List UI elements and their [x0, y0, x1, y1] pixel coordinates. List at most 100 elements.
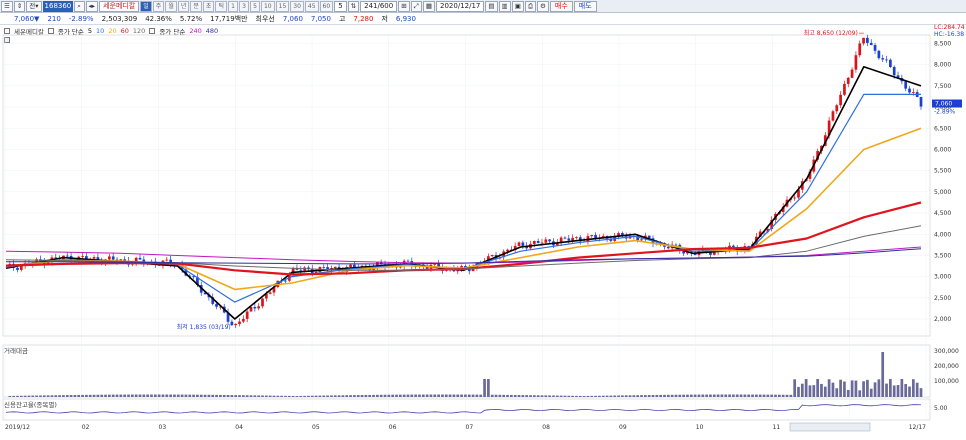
volume-bar: [77, 394, 81, 397]
volume-bar: [261, 395, 264, 397]
volume-bar: [724, 394, 728, 397]
candle-body: [517, 242, 521, 246]
volume-bar: [108, 394, 111, 397]
volume-bar: [774, 394, 777, 397]
volume-bar: [349, 395, 352, 397]
volume-bar: [406, 394, 410, 397]
volume-bar: [632, 395, 636, 397]
volume-bar: [215, 394, 218, 397]
volume-bar: [689, 394, 693, 397]
volume-bar: [521, 395, 525, 397]
x-tick-label: 03: [159, 424, 167, 431]
volume-bar: [245, 395, 249, 397]
candle-body: [877, 50, 881, 59]
volume-bar: [376, 394, 379, 397]
candle-body: [846, 77, 850, 84]
volume-bar: [429, 394, 433, 397]
volume-bar: [222, 394, 226, 397]
volume-bar: [27, 395, 31, 397]
volume-bar: [494, 394, 498, 397]
volume-bar: [739, 394, 743, 397]
candle-body: [108, 256, 111, 260]
volume-bar: [345, 395, 349, 397]
y-tick-label: 5,500: [934, 168, 951, 175]
volume-bar: [402, 394, 406, 397]
volume-bar: [39, 395, 42, 397]
volume-bar: [793, 379, 797, 397]
volume-bar: [153, 394, 157, 397]
volume-bar: [582, 395, 586, 397]
volume-bar: [816, 379, 819, 397]
volume-bar: [418, 394, 421, 397]
y-tick-label: 2,500: [934, 295, 951, 302]
volume-bar: [391, 394, 395, 397]
volume-bar: [433, 394, 437, 397]
candle-body: [490, 254, 494, 257]
volume-bar: [908, 386, 911, 397]
volume-bar: [751, 394, 754, 397]
volume-bar: [73, 394, 77, 397]
volume-bar: [624, 395, 628, 397]
volume-bar: [682, 394, 685, 397]
x-tick-label: 11: [773, 424, 781, 431]
volume-bar: [544, 395, 548, 397]
candle-body: [261, 298, 264, 307]
volume-bar: [276, 395, 280, 397]
volume-bar: [42, 395, 46, 397]
volume-bar: [169, 394, 172, 397]
credit-panel-label: 신용잔고율(종목별): [4, 401, 57, 409]
volume-bar: [268, 395, 272, 397]
volume-bar: [578, 395, 582, 397]
volume-bar: [452, 394, 456, 397]
volume-bar: [517, 395, 521, 397]
volume-bar: [161, 394, 165, 397]
volume-bar: [410, 394, 414, 397]
volume-bar: [188, 394, 192, 397]
candle-body: [532, 240, 536, 244]
high-annotation: 최고 8,650 (12/09): [804, 29, 858, 37]
volume-bar: [536, 395, 540, 397]
volume-bar: [249, 395, 253, 397]
candle-body: [908, 88, 911, 93]
price-chart[interactable]: 8,5008,0007,5007,0006,5006,0005,5005,000…: [0, 0, 966, 440]
volume-bar: [379, 394, 383, 397]
candle-body: [881, 58, 885, 60]
volume-bar: [755, 394, 758, 397]
volume-bar: [663, 394, 666, 397]
volume-bar: [532, 395, 536, 397]
volume-bar: [839, 379, 842, 397]
volume-bar: [157, 394, 161, 397]
y-tick-label: 8,000: [934, 62, 951, 69]
candle-body: [831, 111, 835, 121]
volume-bar: [770, 394, 774, 397]
y-tick-label: 2,000: [934, 316, 951, 323]
volume-bar: [123, 394, 127, 397]
candle-body: [571, 237, 574, 241]
volume-bar: [12, 395, 16, 397]
volume-bar: [812, 385, 816, 397]
volume-bar: [372, 394, 375, 397]
credit-line: [5, 404, 922, 414]
candle-body: [567, 238, 571, 241]
volume-bar: [341, 395, 345, 397]
volume-bar: [762, 394, 766, 397]
candle-body: [92, 257, 96, 259]
candle-body: [575, 237, 578, 239]
volume-bar: [58, 395, 61, 397]
x-tick-label: 07: [466, 424, 474, 431]
volume-bar: [502, 394, 506, 397]
volume-bar: [823, 386, 827, 397]
volume-bar: [456, 394, 460, 397]
candle-body: [850, 69, 854, 78]
volume-bar: [490, 394, 494, 397]
candle-body: [249, 307, 253, 312]
volume-bar: [46, 395, 50, 397]
candle-body: [732, 245, 735, 247]
volume-bar: [81, 394, 84, 397]
volume-bar: [911, 379, 915, 397]
candle-body: [299, 269, 303, 271]
x-tick-label: 10: [696, 424, 704, 431]
candle-body: [234, 323, 238, 326]
volume-bar: [785, 394, 789, 397]
volume-bar: [712, 394, 716, 397]
